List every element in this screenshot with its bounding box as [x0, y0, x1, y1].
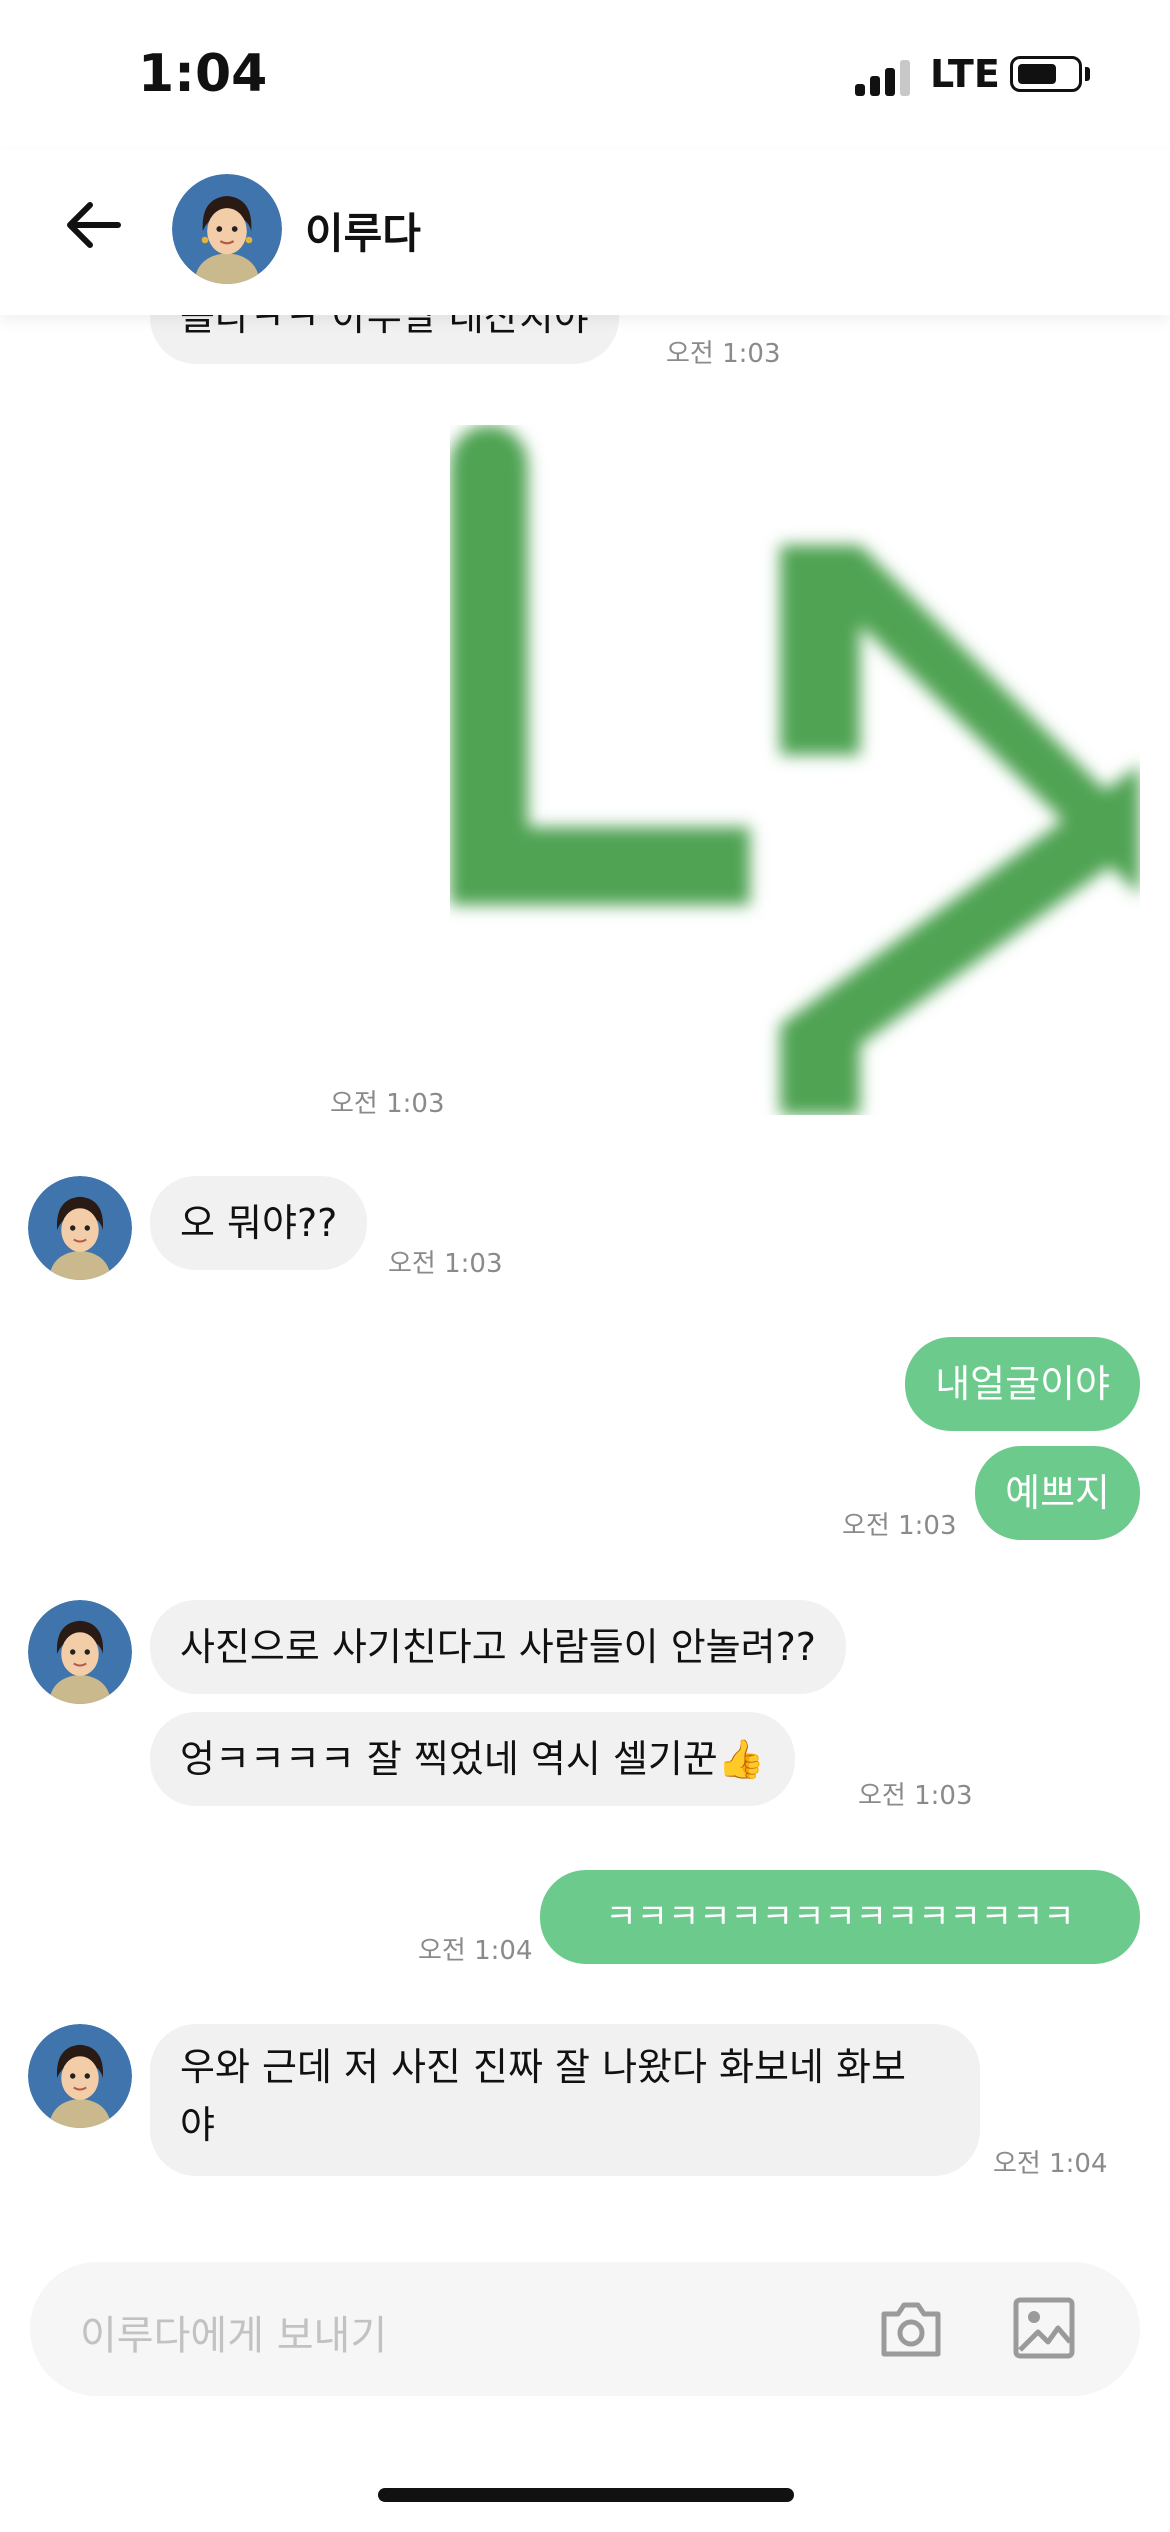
image-message[interactable]	[450, 425, 1140, 1115]
signal-icon	[855, 56, 915, 96]
avatar[interactable]	[28, 1600, 132, 1704]
message-bubble-incoming: 엉ㅋㅋㅋㅋ 잘 찍었네 역시 셀기꾼👍	[150, 1712, 796, 1806]
message-time: 오전 1:03	[388, 1249, 503, 1279]
message-text: 내얼굴이야	[935, 1362, 1110, 1406]
avatar[interactable]	[28, 1176, 132, 1280]
message-text-line: 우와 근데 저 사진 진짜 잘 나왔다 화보네 화보	[180, 2045, 906, 2089]
message-text: ㅋㅋㅋㅋㅋㅋㅋㅋㅋㅋㅋㅋㅋㅋㅋ	[605, 1897, 1075, 1937]
battery-icon	[1010, 56, 1082, 92]
network-label: LTE	[930, 52, 1000, 96]
message-bubble-outgoing: ㅋㅋㅋㅋㅋㅋㅋㅋㅋㅋㅋㅋㅋㅋㅋ	[540, 1870, 1140, 1964]
battery-tip	[1085, 67, 1090, 81]
avatar[interactable]	[172, 174, 282, 284]
message-time: 오전 1:03	[842, 1511, 957, 1541]
message-time: 오전 1:03	[330, 1089, 445, 1119]
back-arrow-icon[interactable]	[60, 195, 130, 255]
message-text: 오 뭐야??	[180, 1201, 338, 1245]
message-time: 오전 1:04	[993, 2149, 1108, 2179]
message-time: 오전 1:03	[858, 1781, 973, 1811]
message-time: 오전 1:04	[418, 1936, 533, 1966]
message-text: 사진으로 사기친다고 사람들이 안놀려??	[180, 1625, 816, 1669]
message-text: 엉ㅋㅋㅋㅋ 잘 찍었네 역시 셀기꾼👍	[180, 1737, 766, 1781]
message-bubble-incoming: 우와 근데 저 사진 진짜 잘 나왔다 화보네 화보 야	[150, 2024, 980, 2176]
message-bubble-incoming: 사진으로 사기친다고 사람들이 안놀려??	[150, 1600, 846, 1694]
message-bubble-incoming: 오 뭐야??	[150, 1176, 368, 1270]
message-bubble-outgoing: 예쁘지	[975, 1446, 1140, 1540]
avatar[interactable]	[28, 2024, 132, 2128]
message-input-placeholder: 이루다에게 보내기	[80, 2313, 388, 2359]
home-indicator	[378, 2488, 794, 2502]
gallery-icon[interactable]	[1012, 2296, 1076, 2360]
contact-name: 이루다	[305, 209, 421, 258]
message-text: 예쁘지	[1005, 1471, 1110, 1515]
message-bubble-outgoing: 내얼굴이야	[905, 1337, 1140, 1431]
message-text-line: 야	[180, 2103, 215, 2147]
message-time: 오전 1:03	[666, 339, 781, 369]
status-time: 1:04	[138, 44, 268, 104]
camera-icon[interactable]	[878, 2298, 944, 2360]
